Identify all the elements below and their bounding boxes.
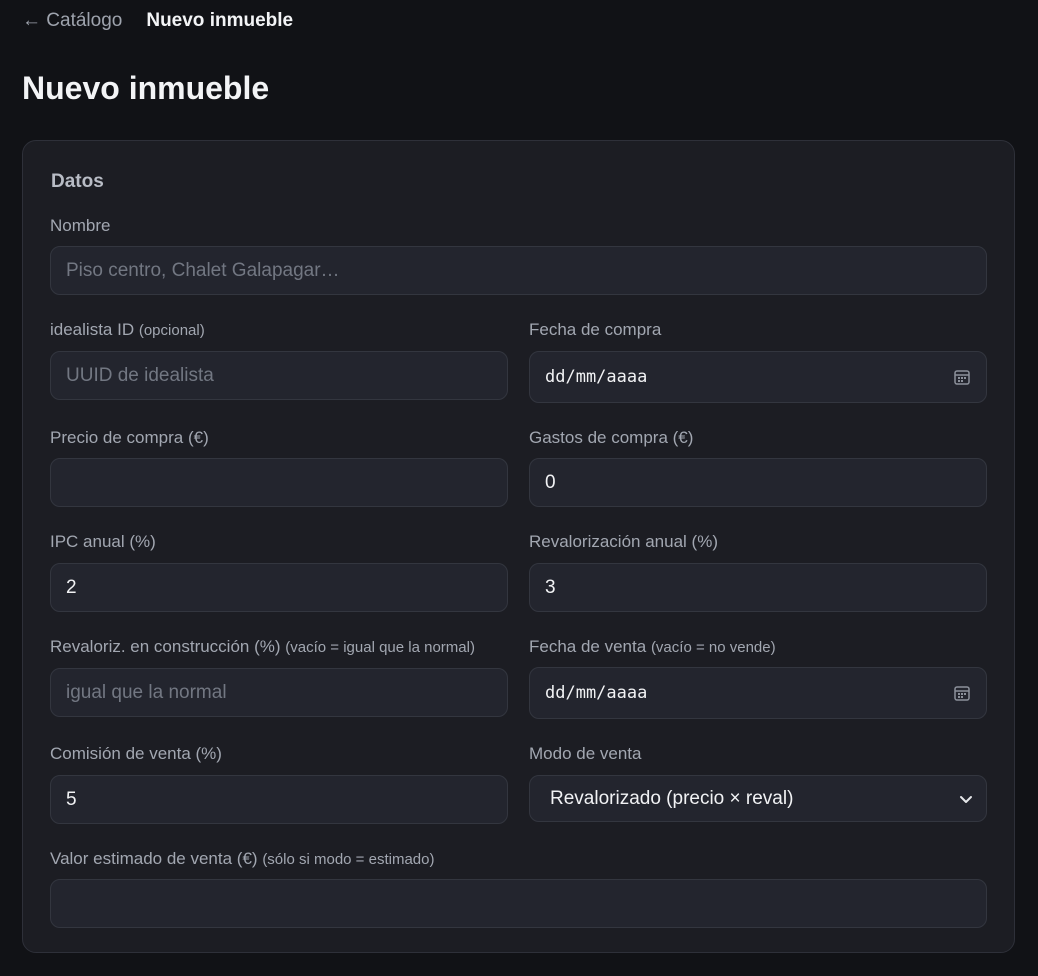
modo-venta-select[interactable]: Revalorizado (precio × reval) xyxy=(529,775,987,822)
fecha-compra-field: Fecha de compra dd/mm/aaaa xyxy=(529,320,987,403)
back-to-catalog-link[interactable]: ← Catálogo xyxy=(22,10,122,32)
calendar-icon[interactable] xyxy=(953,684,971,702)
revalorizacion-label: Revalorización anual (%) xyxy=(529,532,718,551)
idealista-field: idealista ID (opcional) UUID de idealist… xyxy=(50,320,508,400)
gastos-compra-value: 0 xyxy=(545,471,556,493)
fecha-venta-value: dd/mm/aaaa xyxy=(545,683,648,703)
comision-value: 5 xyxy=(66,788,77,810)
valor-estimado-input[interactable] xyxy=(50,879,987,928)
modo-venta-field: Modo de venta Revalorizado (precio × rev… xyxy=(529,744,987,822)
precio-compra-input[interactable] xyxy=(50,458,508,507)
fecha-venta-input[interactable]: dd/mm/aaaa xyxy=(529,667,987,719)
gastos-compra-field: Gastos de compra (€) 0 xyxy=(529,428,987,507)
revalorizacion-field: Revalorización anual (%) 3 xyxy=(529,532,987,612)
comision-label: Comisión de venta (%) xyxy=(50,744,222,763)
chevron-down-icon xyxy=(960,795,972,803)
nombre-input[interactable]: Piso centro, Chalet Galapagar… xyxy=(50,246,987,295)
nombre-placeholder: Piso centro, Chalet Galapagar… xyxy=(66,259,340,281)
comision-input[interactable]: 5 xyxy=(50,775,508,824)
ipc-field: IPC anual (%) 2 xyxy=(50,532,508,612)
page-title: Nuevo inmueble xyxy=(22,70,270,106)
reval-construccion-placeholder: igual que la normal xyxy=(66,681,227,703)
reval-construccion-label: Revaloriz. en construcción (%) (vacío = … xyxy=(50,637,475,656)
nombre-field: Nombre Piso centro, Chalet Galapagar… xyxy=(50,216,987,295)
gastos-compra-input[interactable]: 0 xyxy=(529,458,987,507)
gastos-compra-label: Gastos de compra (€) xyxy=(529,428,694,447)
property-form-card: Datos Nombre Piso centro, Chalet Galapag… xyxy=(22,140,1015,953)
reval-construccion-field: Revaloriz. en construcción (%) (vacío = … xyxy=(50,637,508,717)
section-title: Datos xyxy=(51,171,104,192)
breadcrumb: ← Catálogo Nuevo inmueble xyxy=(22,10,293,32)
fecha-compra-input[interactable]: dd/mm/aaaa xyxy=(529,351,987,403)
revalorizacion-value: 3 xyxy=(545,576,556,598)
modo-venta-label: Modo de venta xyxy=(529,744,642,763)
comision-field: Comisión de venta (%) 5 xyxy=(50,744,508,824)
calendar-icon[interactable] xyxy=(953,368,971,386)
fecha-venta-field: Fecha de venta (vacío = no vende) dd/mm/… xyxy=(529,637,987,719)
idealista-placeholder: UUID de idealista xyxy=(66,364,214,386)
ipc-label: IPC anual (%) xyxy=(50,532,156,551)
fecha-compra-value: dd/mm/aaaa xyxy=(545,367,648,387)
idealista-label: idealista ID (opcional) xyxy=(50,320,205,339)
precio-compra-label: Precio de compra (€) xyxy=(50,428,209,447)
breadcrumb-current: Nuevo inmueble xyxy=(146,10,294,31)
precio-compra-field: Precio de compra (€) xyxy=(50,428,508,507)
revalorizacion-input[interactable]: 3 xyxy=(529,563,987,612)
valor-estimado-field: Valor estimado de venta (€) (sólo si mod… xyxy=(50,849,987,928)
fecha-compra-label: Fecha de compra xyxy=(529,320,662,339)
idealista-input[interactable]: UUID de idealista xyxy=(50,351,508,400)
nombre-label: Nombre xyxy=(50,216,111,235)
ipc-value: 2 xyxy=(66,576,77,598)
fecha-venta-label: Fecha de venta (vacío = no vende) xyxy=(529,637,776,656)
modo-venta-value: Revalorizado (precio × reval) xyxy=(550,787,794,809)
reval-construccion-input[interactable]: igual que la normal xyxy=(50,668,508,717)
ipc-input[interactable]: 2 xyxy=(50,563,508,612)
valor-estimado-label: Valor estimado de venta (€) (sólo si mod… xyxy=(50,849,435,868)
